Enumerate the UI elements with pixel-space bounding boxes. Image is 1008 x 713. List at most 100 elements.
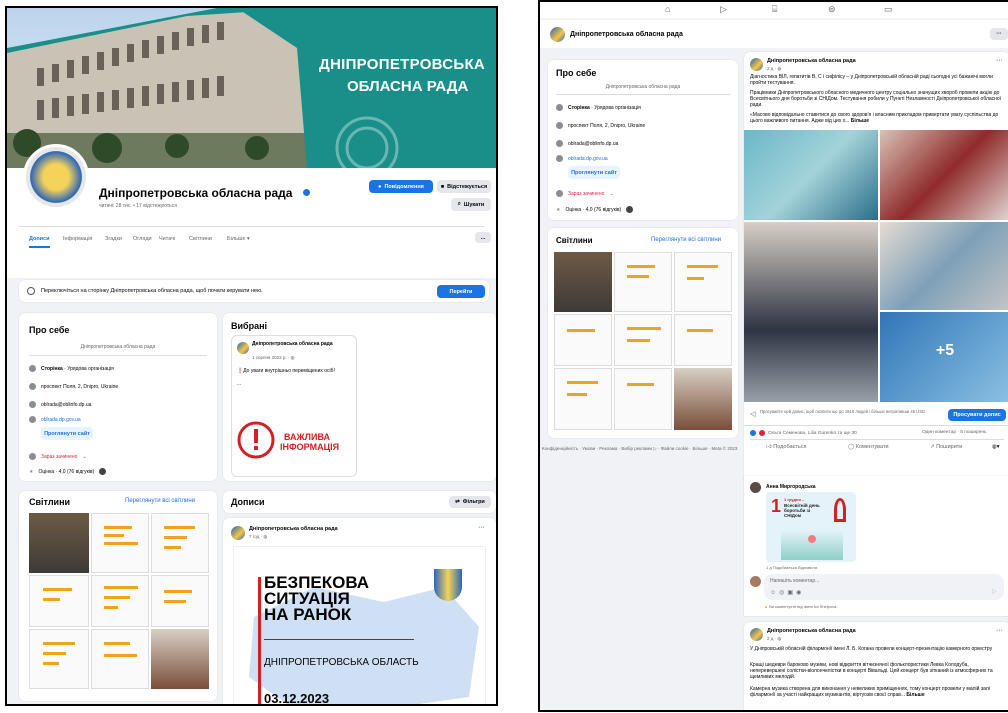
photo-chart-2[interactable] — [151, 513, 209, 573]
photo-meeting[interactable] — [29, 513, 89, 573]
see-all-photos-link[interactable]: Переглянути всі світлини — [125, 498, 195, 504]
post-author[interactable]: Дніпропетровська обласна рада — [767, 58, 856, 64]
see-more-link[interactable]: Більше — [849, 118, 869, 124]
photo-chart-6[interactable] — [554, 368, 612, 430]
tab-0[interactable]: Дописи — [29, 236, 50, 248]
comment-card-image[interactable]: 1 1 грудня – Всесвітній день боротьби зі… — [766, 492, 856, 562]
search-button[interactable]: ⌕ Шукати — [451, 198, 491, 211]
about-email: oblrada@oblinfo.dp.ua — [29, 401, 91, 408]
photo-meeting[interactable] — [554, 252, 612, 312]
commenter-name[interactable]: Анна Миргородська — [766, 484, 815, 490]
post-menu-icon[interactable]: ··· — [996, 57, 1003, 64]
website-link[interactable]: oblrada.dp.gov.ua — [41, 417, 81, 423]
tab-4[interactable]: Читачі — [159, 236, 175, 242]
photo-chart-1[interactable] — [91, 513, 149, 573]
follow-button[interactable]: ■ Відстежується — [437, 180, 491, 193]
tab-3[interactable]: Огляди — [133, 236, 152, 242]
visit-site-button[interactable]: Проглянути сайт — [568, 166, 620, 179]
photos-title: Світлини — [29, 497, 71, 507]
more-options-button[interactable]: ... — [475, 232, 491, 243]
comment-meta[interactable]: 1 д Подобається Відповісти — [766, 565, 817, 570]
photo-chart-6[interactable] — [29, 629, 89, 689]
filters-label: Фільтри — [462, 499, 485, 505]
photo-more[interactable]: +5 — [880, 312, 1008, 402]
about-subtitle: Дніпропетровська обласна рада — [80, 344, 156, 350]
photo-gloves[interactable] — [744, 130, 878, 220]
tab-6[interactable]: Більше ▾ — [227, 236, 250, 242]
profile-avatar[interactable] — [23, 144, 89, 210]
cover-photo: ДНІПРОПЕТРОВСЬКА ОБЛАСНА РАДА — [7, 8, 496, 168]
comment-button[interactable]: ◯ Коментувати — [848, 444, 889, 450]
top-nav: ⌂ ▷ ⌸ ⊜ ▭ — [540, 2, 1008, 18]
see-all-photos-link[interactable]: Переглянути всі світлини — [651, 237, 721, 243]
post-author[interactable]: Дніпропетровська обласна рада — [767, 628, 856, 634]
boost-post-button[interactable]: Просувати допис — [948, 409, 1006, 421]
emoji-icon[interactable]: ☺ — [770, 590, 779, 596]
about-website[interactable]: oblrada.dp.gov.ua — [29, 416, 81, 423]
page-nav-bar: Дніпропетровська обласна рада ··· — [540, 20, 1008, 48]
footer-links[interactable]: Конфіденційність · Умови · Реклама · Виб… — [542, 446, 738, 452]
photo-staff[interactable] — [744, 222, 878, 402]
featured-author[interactable]: Дніпропетровська обласна рада — [252, 341, 352, 347]
photo-chart-2[interactable] — [674, 252, 732, 312]
globe-icon: ◍ — [263, 534, 268, 539]
page-nav-more-button[interactable]: ··· — [990, 28, 1008, 40]
photo-chart-3[interactable] — [29, 575, 89, 627]
audience-selector[interactable]: ◍▾ — [992, 444, 1000, 450]
website-link[interactable]: oblrada.dp.gov.ua — [568, 156, 608, 162]
email-text: oblrada@oblinfo.dp.ua — [41, 401, 92, 408]
photo-chart-3[interactable] — [554, 314, 612, 366]
photo-medic[interactable] — [880, 222, 1008, 310]
tab-5[interactable]: Світлини — [189, 236, 212, 242]
marketplace-icon[interactable]: ⌸ — [772, 4, 777, 15]
filters-button[interactable]: ⇌ Фільтри — [449, 496, 491, 508]
gif-icon[interactable]: ▣ — [787, 590, 796, 596]
see-more-link[interactable]: Більше — [905, 692, 924, 698]
photo-women[interactable] — [674, 368, 732, 430]
tab-2[interactable]: Згадки — [105, 236, 122, 242]
tab-1[interactable]: Інформація — [63, 236, 92, 242]
about-hours[interactable]: Зараз зачинено ⌄ — [29, 453, 87, 460]
profile-header: Дніпропетровська обласна рада читачі: 28… — [7, 144, 496, 278]
comment-input[interactable]: Напишіть коментар... ☺◎▣◉ ▷ — [764, 574, 1004, 600]
reactions-summary[interactable]: Ольга Семенова, Lilia Gurenko та ще 30 — [750, 430, 857, 436]
like-button[interactable]: 👍︎ Подобається — [766, 444, 806, 450]
notify-button[interactable]: ● Повідомлення — [369, 180, 433, 193]
send-icon[interactable]: ▷ — [992, 588, 997, 595]
groups-icon[interactable]: ⊜ — [828, 4, 836, 15]
home-icon[interactable]: ⌂ — [665, 4, 670, 14]
visit-site-button[interactable]: Проглянути сайт — [41, 427, 93, 440]
post-avatar — [750, 58, 763, 71]
post-menu-icon[interactable]: ··· — [996, 627, 1003, 634]
gaming-icon[interactable]: ▭ — [884, 4, 893, 15]
action-divider — [750, 439, 1004, 440]
warning-icon: ▲ — [764, 604, 768, 609]
post-menu-icon[interactable]: ··· — [478, 524, 485, 531]
sticker-icon[interactable]: ◉ — [796, 590, 804, 596]
post-text-3: «Масово відповідально ставитися до свого… — [750, 112, 1004, 124]
about-website[interactable]: oblrada.dp.gov.ua — [556, 155, 608, 162]
post-author[interactable]: Дніпропетровська обласна рада — [249, 526, 338, 532]
comment-tools[interactable]: ☺◎▣◉ — [770, 589, 804, 596]
photo-chart-7[interactable] — [91, 629, 149, 689]
photo-chart-4[interactable] — [614, 314, 672, 366]
photo-chart-5[interactable] — [674, 314, 732, 366]
photo-chart-1[interactable] — [614, 252, 672, 312]
about-hours[interactable]: Зараз зачинено ⌄ — [556, 190, 614, 197]
search-label: Шукати — [463, 201, 485, 208]
photo-test-tube[interactable] — [880, 130, 1008, 220]
photo-chart-7[interactable] — [614, 368, 672, 430]
photo-women[interactable] — [151, 629, 209, 689]
photo-chart-5[interactable] — [151, 575, 209, 627]
featured-post[interactable]: Дніпропетровська обласна рада 1 серпня 2… — [231, 335, 357, 477]
rating-text: Оцінка · 4,0 (76 відгуків) — [38, 468, 95, 475]
comments-shares[interactable]: Один коментар · 5 поширень — [922, 430, 987, 435]
chevron-down-icon: ⌄ — [82, 453, 87, 460]
photo-chart-4[interactable] — [91, 575, 149, 627]
comment-icon: ◯ — [848, 444, 855, 450]
switch-button[interactable]: Перейти — [437, 285, 485, 298]
video-icon[interactable]: ▷ — [720, 4, 727, 15]
share-button[interactable]: ↗ Поширити — [930, 444, 962, 450]
post-image[interactable]: БЕЗПЕКОВА СИТУАЦІЯ НА РАНОК ДНІПРОПЕТРОВ… — [233, 546, 486, 704]
page-nav-title[interactable]: Дніпропетровська обласна рада — [570, 31, 683, 38]
